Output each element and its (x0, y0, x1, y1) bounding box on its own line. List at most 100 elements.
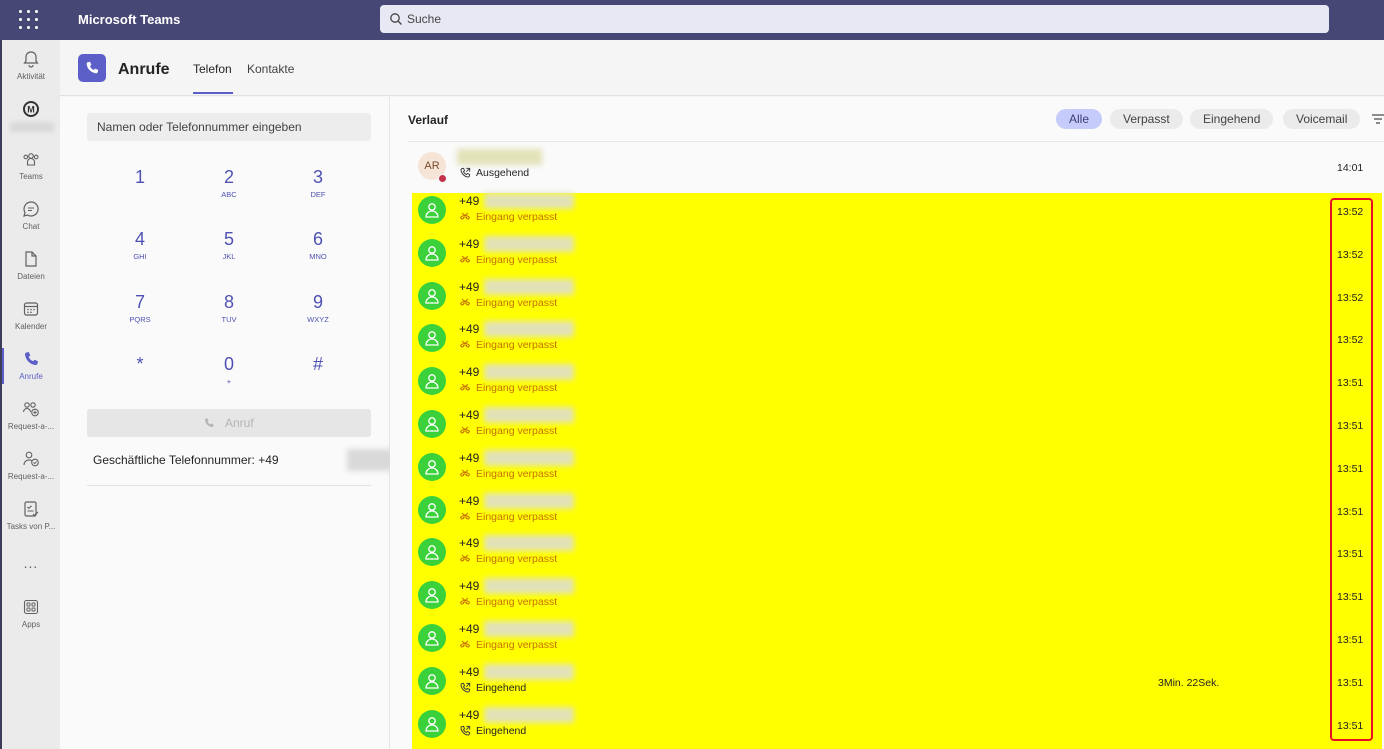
caller-number: +49 (459, 707, 480, 722)
tab-kontakte[interactable]: Kontakte (247, 62, 294, 76)
key-letters: + (226, 377, 232, 386)
blurred-caller (484, 492, 574, 509)
rail-label: Dateien (17, 272, 45, 281)
dial-key-star[interactable]: * (110, 352, 170, 402)
filter-verpasst[interactable]: Verpasst (1110, 109, 1183, 129)
caller-number: +49 (459, 279, 480, 294)
key-letters: GHI (133, 252, 147, 261)
calls-app-icon (78, 54, 106, 82)
call-row[interactable]: +49 Eingang verpasst 13:51 (412, 618, 1382, 661)
key-letters: JKL (222, 252, 236, 261)
call-row[interactable]: +49 Eingang verpasst 13:52 (412, 190, 1382, 233)
person-icon (425, 459, 439, 475)
rail-item-files[interactable]: Dateien (2, 242, 60, 290)
rail-item-custom-app[interactable]: M (2, 92, 60, 140)
key-digit: 2 (223, 167, 234, 187)
dial-key-5[interactable]: 5 JKL (199, 227, 259, 277)
search-input[interactable]: Suche (380, 5, 1329, 33)
rail-item-calls[interactable]: Anrufe (2, 342, 60, 390)
call-status: Eingang verpasst (476, 596, 558, 609)
blurred-label (10, 122, 54, 132)
request-icon (22, 402, 39, 417)
call-row[interactable]: +49 Eingang verpasst 13:51 (412, 490, 1382, 533)
dial-key-1[interactable]: 1 (110, 165, 170, 215)
call-row[interactable]: +49 Eingang verpasst 13:51 (412, 361, 1382, 404)
rail-label: Anrufe (19, 372, 43, 381)
missed-call-icon (459, 597, 471, 605)
history-title: Verlauf (408, 113, 449, 127)
call-row[interactable]: +49 Eingang verpasst 13:51 (412, 575, 1382, 618)
call-button[interactable]: Anruf (87, 409, 371, 437)
avatar (418, 324, 446, 353)
call-row[interactable]: AR Ausgehend 14:01 (412, 146, 1382, 189)
dial-key-9[interactable]: 9 WXYZ (288, 290, 348, 340)
key-digit: 0 (223, 354, 234, 374)
red-annotation-box (1330, 198, 1373, 741)
person-icon (425, 588, 439, 603)
rail-item-calendar[interactable]: Kalender (2, 292, 60, 340)
dial-key-hash[interactable]: # (288, 352, 348, 402)
dial-key-8[interactable]: 8 TUV (199, 290, 259, 340)
dialpad-panel: 1 2 ABC 3 DEF 4 GHI 5 JKL 6 MNO 7 PQRS 8 TUV 9 W… (60, 97, 431, 749)
title-bar: Microsoft Teams Suche (0, 0, 1384, 40)
dial-key-6[interactable]: 6 MNO (288, 227, 348, 277)
missed-call-icon (459, 383, 471, 391)
rail-item-activity[interactable]: Aktivität (2, 42, 60, 90)
dial-key-2[interactable]: 2 ABC (199, 165, 259, 215)
caller-number: +49 (459, 664, 480, 679)
filter-icon[interactable] (1372, 114, 1384, 124)
missed-call-icon (459, 341, 471, 349)
call-status: Eingehend (476, 681, 527, 694)
calendar-icon (23, 302, 39, 316)
call-row[interactable]: +49 Eingang verpasst 13:51 (412, 404, 1382, 447)
app-rail: Aktivität M Teams Chat Dateien Kalender … (0, 40, 60, 749)
person-icon (425, 288, 439, 304)
blurred-caller (484, 663, 574, 680)
key-digit: 9 (312, 292, 323, 312)
blurred-caller (484, 278, 574, 295)
call-row[interactable]: +49 Eingang verpasst 13:51 (412, 532, 1382, 575)
dial-key-4[interactable]: 4 GHI (110, 227, 170, 277)
dial-key-3[interactable]: 3 DEF (288, 165, 348, 215)
key-letters: ABC (221, 190, 237, 199)
call-row[interactable]: +49 Eingehend 13:51 (412, 704, 1382, 747)
caller-number: +49 (459, 322, 480, 337)
filter-voicemail[interactable]: Voicemail (1283, 109, 1361, 129)
dial-key-0[interactable]: 0 + (199, 352, 259, 402)
call-row[interactable]: +49 Eingang verpasst 13:52 (412, 276, 1382, 319)
rail-item-tasks[interactable]: Tasks von P... (2, 492, 60, 540)
key-digit: * (136, 354, 144, 374)
avatar (418, 367, 446, 396)
phone-icon (86, 61, 99, 74)
avatar (418, 281, 446, 310)
request-icon (23, 451, 39, 467)
call-row[interactable]: +49 Eingang verpasst 13:52 (412, 318, 1382, 361)
number-input[interactable] (87, 113, 371, 141)
call-row[interactable]: +49 Eingehend 3Min. 22Sek. 13:51 (412, 661, 1382, 704)
tab-telefon[interactable]: Telefon (193, 62, 232, 76)
presence-busy-icon (438, 174, 447, 183)
call-status: Eingang verpasst (476, 296, 558, 309)
rail-item-request-a-1[interactable]: Request-a-... (2, 392, 60, 440)
rail-item-chat[interactable]: Chat (2, 192, 60, 240)
filter-eingehend[interactable]: Eingehend (1190, 109, 1274, 129)
call-row[interactable]: +49 Eingang verpasst 13:51 (412, 447, 1382, 490)
search-placeholder: Suche (407, 12, 442, 26)
phone-icon (24, 352, 38, 366)
person-icon (425, 631, 439, 646)
rail-label: Request-a-... (7, 472, 55, 481)
call-duration: 3Min. 22Sek. (1158, 676, 1220, 689)
key-digit: 5 (223, 229, 234, 249)
dial-key-7[interactable]: 7 PQRS (110, 290, 170, 340)
rail-item-teams[interactable]: Teams (2, 142, 60, 190)
rail-item-apps[interactable]: Apps (2, 590, 60, 638)
more-apps-icon[interactable]: ... (2, 555, 60, 571)
filter-alle[interactable]: Alle (1056, 109, 1103, 129)
avatar (418, 581, 446, 610)
call-row[interactable]: +49 Eingang verpasst 13:52 (412, 233, 1382, 276)
missed-call-icon (459, 212, 471, 220)
rail-item-request-a-2[interactable]: Request-a-... (2, 442, 60, 490)
rail-label: Tasks von P... (6, 522, 56, 531)
app-launcher-icon[interactable] (19, 10, 39, 30)
blurred-caller (484, 407, 574, 423)
